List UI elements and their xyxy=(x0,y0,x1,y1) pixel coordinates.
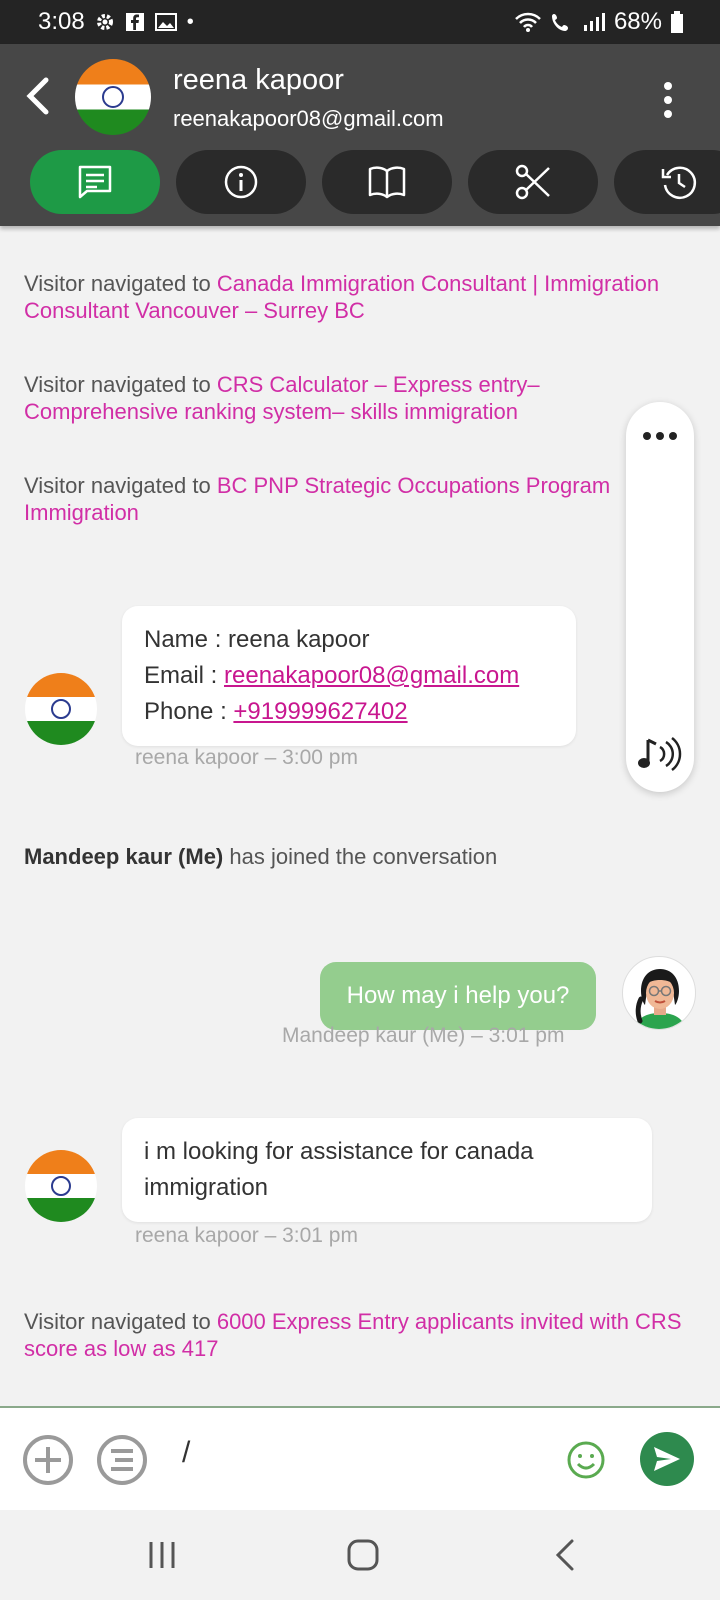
more-options-icon[interactable] xyxy=(662,80,674,120)
contact-email: reenakapoor08@gmail.com xyxy=(173,106,444,131)
agent-avatar-icon xyxy=(633,969,687,1029)
tab-bar xyxy=(30,150,720,214)
floating-action-panel xyxy=(626,402,694,792)
conversation[interactable]: Visitor navigated to Canada Immigration … xyxy=(0,226,720,1406)
scissors-icon xyxy=(515,164,550,200)
status-time: 3:08 xyxy=(38,8,85,35)
canned-responses-icon[interactable] xyxy=(96,1434,148,1486)
book-icon xyxy=(368,166,406,199)
chakra-icon xyxy=(51,699,71,719)
add-attachment-icon[interactable] xyxy=(22,1434,74,1486)
info-phone-link[interactable]: +919999627402 xyxy=(233,698,407,725)
system-navigation-bar xyxy=(0,1510,720,1600)
facebook-icon xyxy=(125,13,144,31)
visitor-avatar xyxy=(25,673,97,745)
chat-header: reena kapoor reenakapoor08@gmail.com xyxy=(0,44,720,226)
navigation-event: Visitor navigated to CRS Calculator – Ex… xyxy=(24,372,540,424)
agent-avatar xyxy=(622,956,696,1030)
back-icon[interactable] xyxy=(554,1538,576,1572)
message-meta: reena kapoor – 3:01 pm xyxy=(135,1224,358,1247)
gallery-icon xyxy=(154,13,177,31)
tab-history[interactable] xyxy=(614,150,720,214)
history-icon xyxy=(661,166,697,199)
navigation-event: Visitor navigated to Canada Immigration … xyxy=(24,271,660,323)
battery-icon xyxy=(671,11,683,33)
agent-message-bubble: How may i help you? xyxy=(320,962,596,1030)
signal-icon xyxy=(583,13,605,31)
tab-info[interactable] xyxy=(176,150,306,214)
back-arrow-icon[interactable] xyxy=(22,74,52,118)
status-bar: 3:08 • 68% xyxy=(0,0,720,44)
tab-shortcuts[interactable] xyxy=(468,150,598,214)
sound-notification-icon[interactable] xyxy=(638,736,682,772)
join-event: Mandeep kaur (Me) has joined the convers… xyxy=(24,844,498,869)
tab-chat[interactable] xyxy=(30,150,160,214)
info-name: reena kapoor xyxy=(228,626,370,653)
chakra-icon xyxy=(51,1176,71,1196)
battery-percent: 68% xyxy=(613,8,662,35)
navigation-event: Visitor navigated to 6000 Express Entry … xyxy=(24,1309,682,1361)
contact-name: reena kapoor xyxy=(173,64,344,96)
wifi-icon xyxy=(515,12,541,32)
gear-icon xyxy=(96,14,113,30)
visitor-avatar xyxy=(25,1150,97,1222)
navigation-event: Visitor navigated to BC PNP Strategic Oc… xyxy=(24,473,611,525)
chat-icon xyxy=(78,165,112,199)
message-composer: / xyxy=(0,1406,720,1510)
visitor-message-bubble: i m looking for assistance for canada im… xyxy=(122,1118,652,1222)
message-input[interactable]: / xyxy=(182,1436,190,1470)
more-horizontal-icon[interactable] xyxy=(642,430,678,442)
info-email-link[interactable]: reenakapoor08@gmail.com xyxy=(224,662,519,689)
notification-dot-icon: • xyxy=(186,10,194,33)
home-icon[interactable] xyxy=(346,1538,380,1572)
message-meta: Mandeep kaur (Me) – 3:01 pm xyxy=(282,1024,565,1047)
chakra-icon xyxy=(102,86,124,108)
message-meta: reena kapoor – 3:00 pm xyxy=(135,746,358,769)
send-icon xyxy=(654,1447,680,1471)
recent-apps-icon[interactable] xyxy=(148,1540,176,1570)
emoji-icon[interactable] xyxy=(566,1440,606,1480)
info-icon xyxy=(224,165,258,199)
visitor-info-card: Name : reena kapoor Email : reenakapoor0… xyxy=(122,606,576,746)
wifi-call-icon xyxy=(551,14,568,31)
send-button[interactable] xyxy=(640,1432,694,1486)
tab-knowledge[interactable] xyxy=(322,150,452,214)
contact-avatar[interactable] xyxy=(75,59,151,135)
